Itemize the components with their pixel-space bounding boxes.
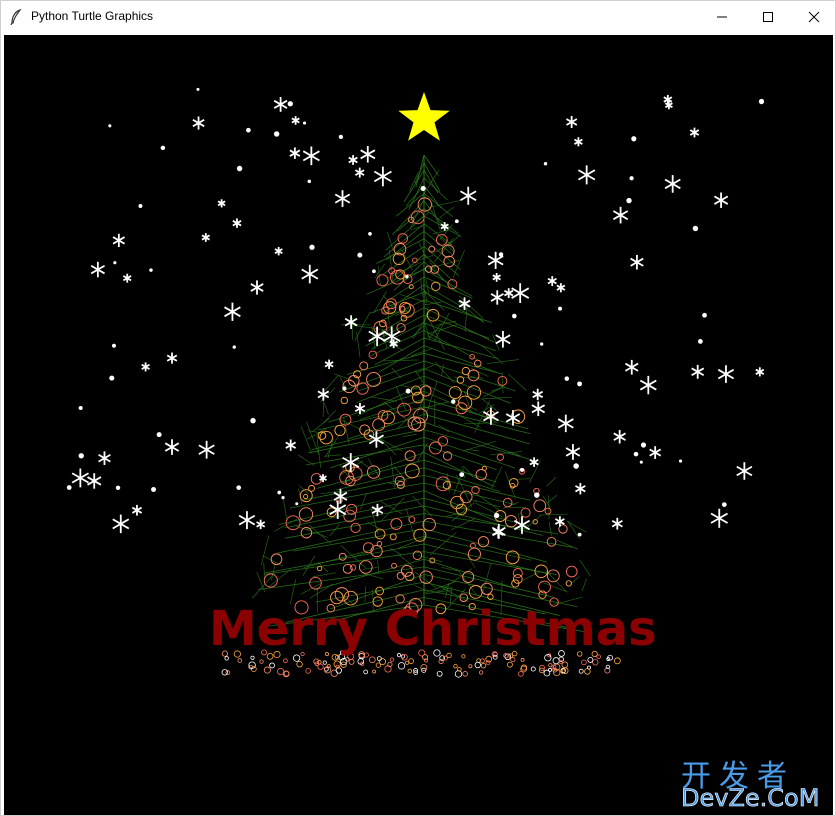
maximize-button[interactable] [745, 1, 791, 33]
close-icon [808, 11, 820, 23]
app-window: Python Turtle Graphics Merry Christmas 开… [0, 0, 836, 816]
snowflakes [66, 87, 765, 539]
minimize-icon [717, 16, 727, 18]
feather-icon [9, 8, 23, 26]
title-bar[interactable]: Python Turtle Graphics [1, 1, 835, 33]
greeting-text: Merry Christmas [209, 601, 657, 657]
maximize-icon [763, 12, 773, 22]
minimize-button[interactable] [699, 1, 745, 33]
turtle-canvas[interactable]: Merry Christmas [4, 35, 833, 815]
tree-ornaments [263, 197, 578, 617]
tree-top-star [398, 92, 450, 141]
christmas-scene: Merry Christmas [66, 87, 765, 678]
window-title: Python Turtle Graphics [31, 9, 154, 23]
close-button[interactable] [791, 1, 836, 33]
watermark-latin: DevZe.CoM [681, 784, 820, 813]
